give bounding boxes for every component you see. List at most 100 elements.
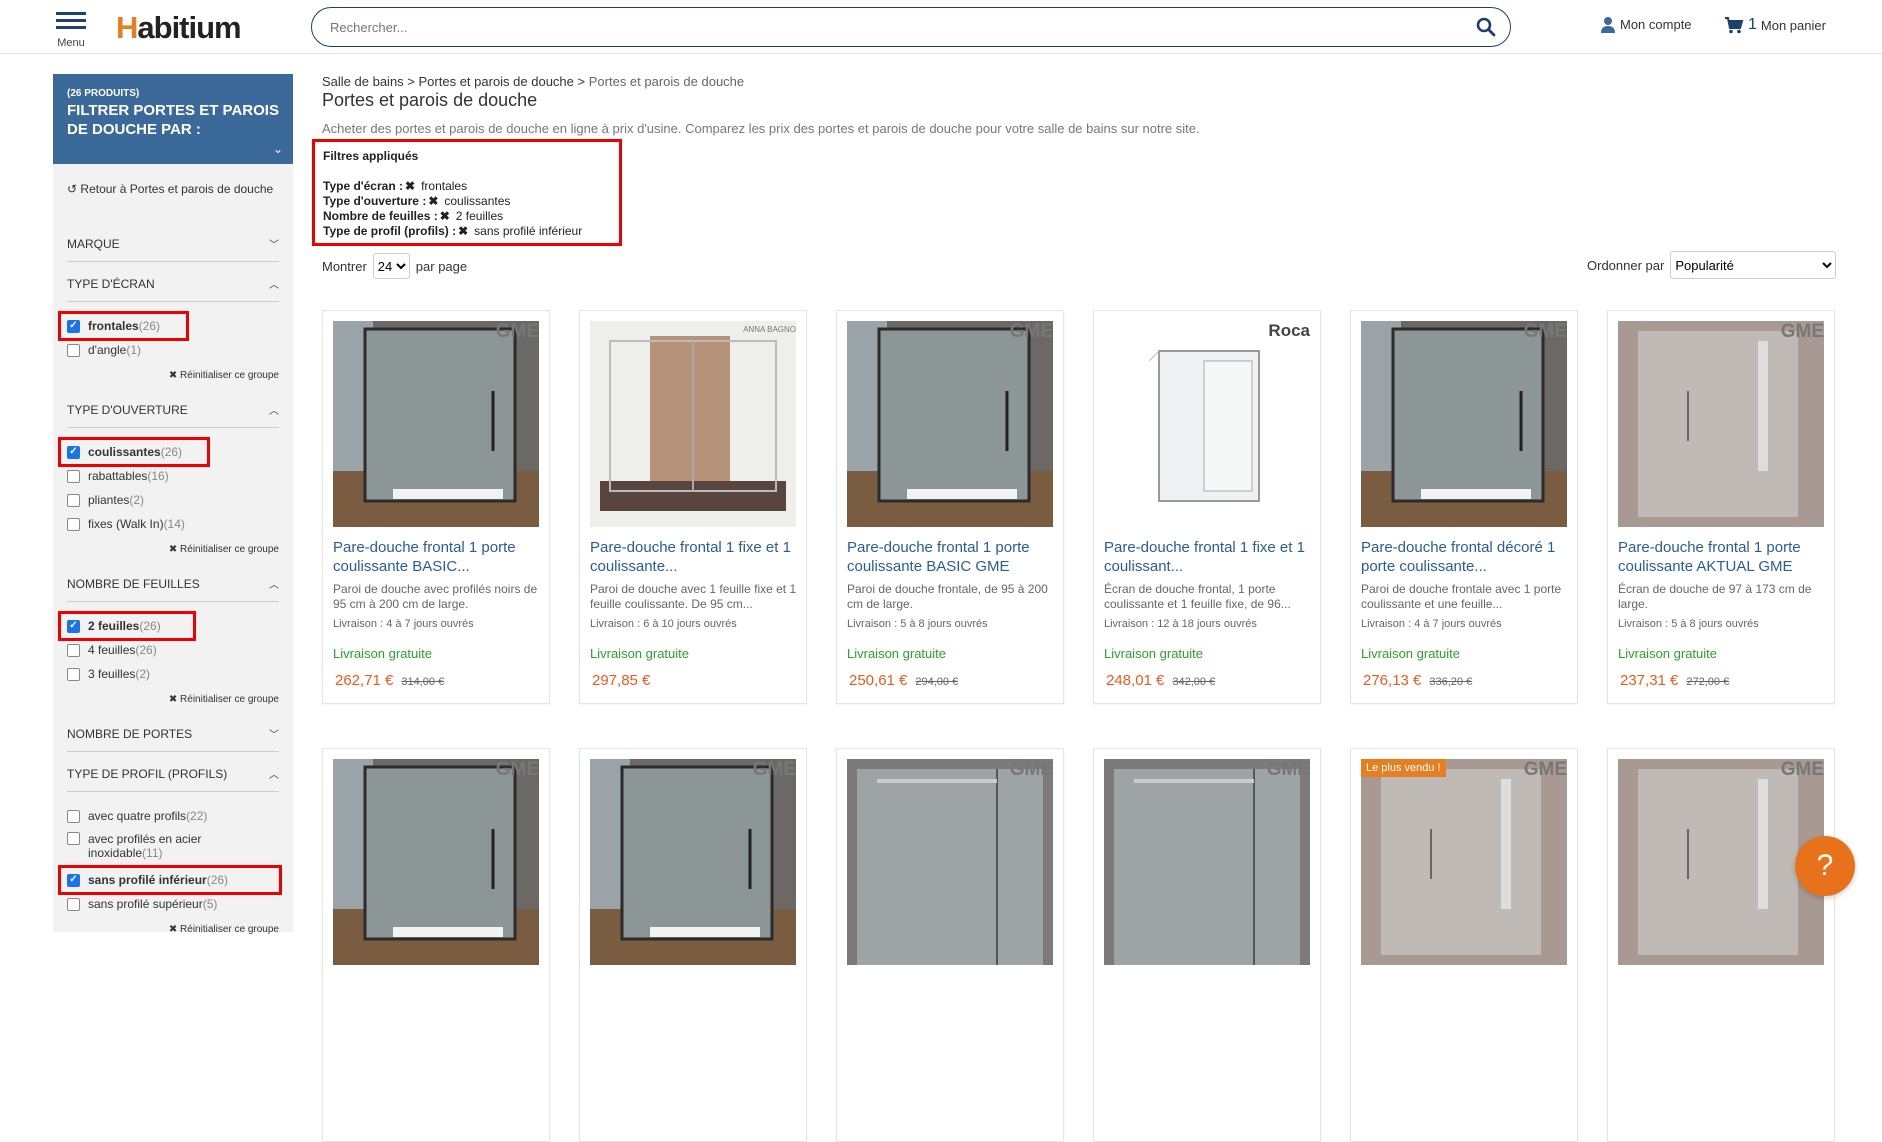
per-page-select[interactable]: 24 [372,253,410,279]
filter-option[interactable]: 4 feuilles(26) [67,638,279,662]
free-shipping: Livraison gratuite [847,646,946,661]
filter-option[interactable]: sans profilé supérieur(5) [67,892,279,916]
product-description [847,1020,1057,1050]
product-name-link[interactable]: Pare-douche frontal 1 porte coulissante … [847,538,1057,576]
breadcrumb-item[interactable]: Portes et parois de douche [419,74,574,89]
product-name-link[interactable]: Pare-douche frontal 1 fixe et 1 coulissa… [590,538,800,576]
product-image-wrap[interactable] [333,759,539,965]
filter-option[interactable]: 2 feuilles(26) [58,611,196,641]
product-card[interactable]: GME Pare-douche frontal 1 porte coulissan… [322,310,550,704]
remove-filter-icon[interactable]: ✖ [428,194,438,208]
filter-header[interactable]: (26 PRODUITS) FILTRER PORTES ET PAROIS D… [53,74,293,164]
product-name-link[interactable]: Pare-douche frontal décoré 1 porte couli… [1361,538,1571,576]
chevron-up-icon: ︿ [269,280,279,291]
applied-filter-row: Type d'ouverture : ✖ coulissantes [323,194,611,209]
delivery-time: Livraison : 5 à 8 jours ouvrés [1618,618,1759,630]
product-image [333,759,539,965]
product-card[interactable]: GME [836,748,1064,1142]
product-image-wrap[interactable] [1104,759,1310,965]
filter-option[interactable]: frontales(26) [58,311,189,341]
filter-group-title[interactable]: TYPE DE PROFIL (PROFILS) ︿ [67,752,279,792]
product-name-link[interactable]: Pare-douche frontal 1 porte coulissante … [1618,538,1828,576]
filter-checkbox[interactable] [67,897,80,911]
product-card[interactable]: GME Pare-douche frontal 1 porte coulissan… [1607,310,1835,704]
filter-group-title[interactable]: NOMBRE DE PORTES ﹀ [67,712,279,752]
filter-option[interactable]: avec profilés en acier inoxidable(11) [67,828,279,868]
menu-button[interactable]: Menu [54,12,88,51]
product-image-wrap[interactable] [847,759,1053,965]
account-link[interactable]: Mon compte [1600,16,1692,33]
filter-group-title[interactable]: NOMBRE DE FEUILLES ︿ [67,562,279,602]
filter-option[interactable]: fixes (Walk In)(14) [67,512,279,536]
product-card[interactable]: GME Pare-douche frontal 1 porte coulissan… [836,310,1064,704]
remove-filter-icon[interactable]: ✖ [405,179,415,193]
filter-option[interactable]: pliantes(2) [67,488,279,512]
return-link[interactable]: ↺ Retour à Portes et parois de douche [53,164,293,222]
reset-group-link[interactable]: ✖ Réinitialiser ce groupe [67,536,279,562]
product-card[interactable]: GME [322,748,550,1142]
search-input[interactable] [330,8,1450,46]
cart-link[interactable]: 1 Mon panier [1724,16,1826,34]
product-name-link[interactable]: Pare-douche frontal 1 fixe et 1 coulissa… [1104,538,1314,576]
filter-option[interactable]: rabattables(16) [67,464,279,488]
close-icon: ✖ [168,544,181,555]
filter-option[interactable]: 3 feuilles(2) [67,662,279,686]
product-description [333,1020,543,1050]
filter-checkbox[interactable] [67,667,80,681]
product-price: 262,71 € 314,00 € [335,672,444,689]
filter-option[interactable]: sans profilé inférieur(26) [57,865,283,895]
logo[interactable]: Habitium [116,10,242,46]
account-label: Mon compte [1620,17,1692,32]
filter-checkbox[interactable] [67,469,80,483]
filter-option[interactable]: avec quatre profils(22) [67,804,279,828]
reset-group-link[interactable]: ✖ Réinitialiser ce groupe [67,362,279,388]
product-card[interactable]: GME [1607,748,1835,1142]
breadcrumb-item[interactable]: Salle de bains [322,74,404,89]
reset-group-link[interactable]: ✖ Réinitialiser ce groupe [67,916,279,942]
product-card[interactable]: GME Pare-douche frontal décoré 1 porte co… [1350,310,1578,704]
current-price: 297,85 € [592,672,651,689]
filter-group-title[interactable]: TYPE D'ÉCRAN ︿ [67,262,279,302]
hamburger-icon-bar [56,19,86,22]
product-name-link[interactable]: Pare-douche frontal 1 porte coulissante … [333,538,543,576]
product-price [1106,1110,1114,1127]
product-card[interactable]: GME [579,748,807,1142]
product-image-wrap[interactable] [847,321,1053,527]
filter-group-title[interactable]: TYPE D'OUVERTURE ︿ [67,388,279,428]
reset-group-link[interactable]: ✖ Réinitialiser ce groupe [67,686,279,712]
filter-checkbox[interactable] [67,619,80,633]
filter-checkbox[interactable] [67,832,80,845]
filter-checkbox[interactable] [67,643,80,657]
filter-checkbox[interactable] [67,445,80,459]
product-image-wrap[interactable] [590,759,796,965]
remove-filter-icon[interactable]: ✖ [458,224,468,238]
product-price: 250,61 € 294,00 € [849,672,958,689]
filter-checkbox[interactable] [67,873,80,887]
remove-filter-icon[interactable]: ✖ [440,209,450,223]
product-image-wrap[interactable] [1104,321,1310,527]
product-image-wrap[interactable] [1618,321,1824,527]
search-icon[interactable] [1476,17,1496,37]
product-card[interactable]: GME [1093,748,1321,1142]
delivery-time: Livraison : 4 à 7 jours ouvrés [333,618,474,630]
filter-checkbox[interactable] [67,343,80,357]
filter-checkbox[interactable] [67,517,80,531]
product-image-wrap[interactable] [590,321,796,527]
filter-group-title[interactable]: MARQUE ﹀ [67,222,279,262]
sort-select[interactable]: Popularité [1670,251,1837,279]
product-image-wrap[interactable] [1361,759,1567,965]
product-image-wrap[interactable] [1361,321,1567,527]
filter-checkbox[interactable] [67,809,80,823]
filter-option[interactable]: coulissantes(26) [57,437,211,467]
product-card[interactable]: ANNA BAGNO Pare-douche frontal 1 fixe et … [579,310,807,704]
filter-option-count: (26) [138,319,161,333]
product-image-wrap[interactable] [333,321,539,527]
product-card[interactable]: Roca Pare-douche frontal 1 fixe et 1 coul… [1093,310,1321,704]
filter-group: NOMBRE DE PORTES ﹀ [53,712,293,752]
filter-option[interactable]: d'angle(1) [67,338,279,362]
filter-checkbox[interactable] [67,493,80,507]
product-card[interactable]: GME Le plus vendu ! [1350,748,1578,1142]
help-button[interactable]: ? [1795,836,1855,896]
product-image-wrap[interactable] [1618,759,1824,965]
filter-checkbox[interactable] [67,319,80,333]
